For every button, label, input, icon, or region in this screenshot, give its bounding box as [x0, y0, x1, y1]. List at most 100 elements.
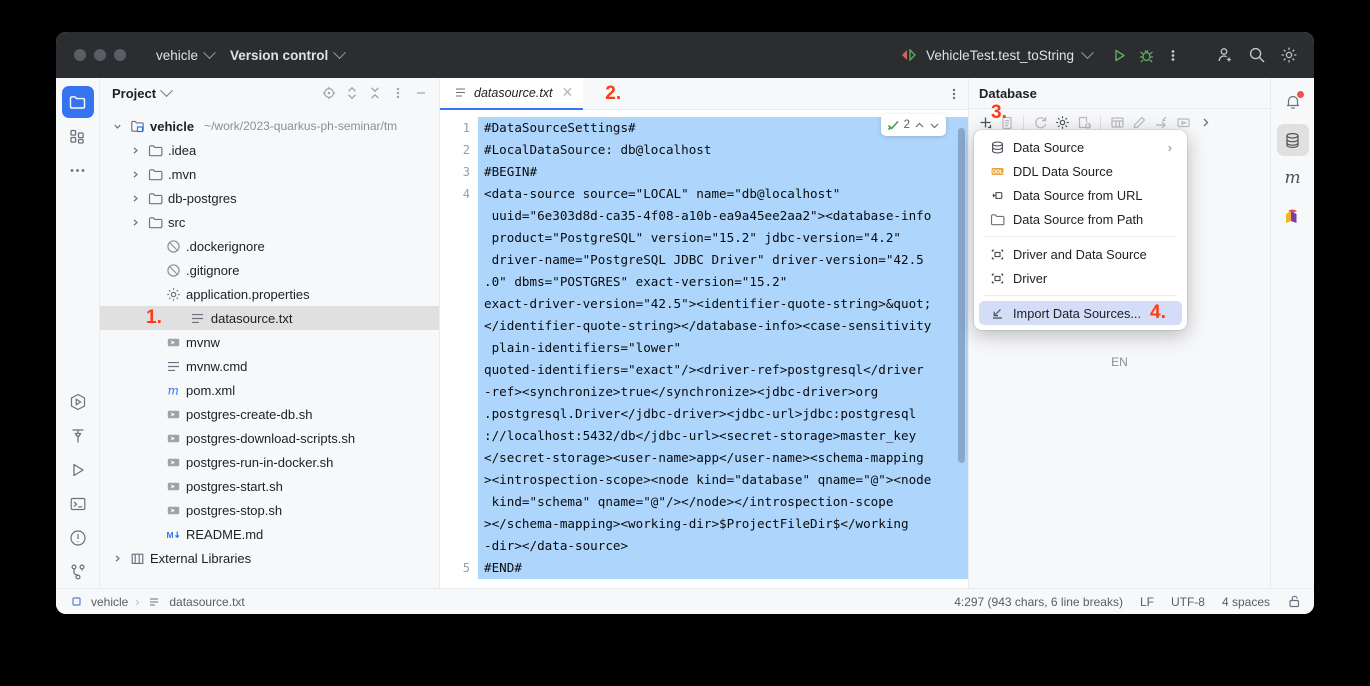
sidebar-item-build[interactable]	[62, 420, 94, 452]
tree-row[interactable]: postgres-create-db.sh	[100, 402, 439, 426]
previous-problem-icon[interactable]	[914, 121, 925, 130]
code-line: ://localhost:5432/db</jdbc-url><secret-s…	[478, 425, 968, 447]
code-line: <data-source source="LOCAL" name="db@loc…	[478, 183, 968, 205]
tree-row[interactable]: External Libraries	[100, 546, 439, 570]
menu-item[interactable]: Data Source ›	[979, 135, 1182, 159]
close-window-button[interactable]	[74, 49, 86, 61]
sidebar-item-structure[interactable]	[62, 120, 94, 152]
tree-row[interactable]: db-postgres	[100, 186, 439, 210]
options-icon[interactable]	[388, 83, 408, 103]
settings-icon[interactable]	[1276, 42, 1302, 68]
chevron-down-icon[interactable]	[110, 122, 124, 131]
chevron-right-icon[interactable]	[128, 170, 142, 179]
menu-item[interactable]: Driver and Data Source	[979, 242, 1182, 266]
chevron-down-icon[interactable]	[160, 83, 173, 97]
version-control-widget[interactable]: Version control	[222, 44, 352, 67]
editor-tab-datasource[interactable]: datasource.txt ✕	[440, 77, 584, 110]
expand-icon[interactable]	[1195, 113, 1215, 133]
sidebar-item-quarkus[interactable]	[1277, 200, 1309, 232]
ide-window: vehicle Version control VehicleTest.test…	[56, 32, 1314, 614]
unlocked-icon[interactable]	[1287, 594, 1302, 609]
sidebar-item-database[interactable]	[1276, 124, 1309, 156]
sidebar-item-git[interactable]	[62, 556, 94, 588]
editor-content[interactable]: 1 2 3 4 5 #DataSourceSettings# #LocalDataSour…	[440, 110, 968, 588]
tree-row[interactable]: postgres-stop.sh	[100, 498, 439, 522]
project-selector[interactable]: vehicle	[148, 44, 222, 67]
menu-item[interactable]: Import Data Sources... 4.	[979, 301, 1182, 325]
run-icon[interactable]	[1106, 42, 1132, 68]
ignore-icon	[165, 238, 181, 254]
chevron-right-icon[interactable]	[128, 218, 142, 227]
sidebar-item-services[interactable]	[62, 386, 94, 418]
sidebar-item-project[interactable]	[61, 86, 94, 118]
search-icon[interactable]	[1244, 42, 1270, 68]
tree-row-label: .gitignore	[186, 262, 240, 278]
sidebar-item-terminal[interactable]	[62, 488, 94, 520]
menu-item[interactable]: Data Source from Path	[979, 207, 1182, 231]
tree-row[interactable]: application.properties	[100, 282, 439, 306]
next-problem-icon[interactable]	[929, 121, 940, 130]
window-controls[interactable]	[68, 49, 126, 61]
tree-row-label: postgres-stop.sh	[186, 502, 283, 518]
code-line: product="PostgreSQL" version="15.2" jdbc…	[478, 227, 968, 249]
tree-row[interactable]: .mvn	[100, 162, 439, 186]
sidebar-item-notifications[interactable]	[1277, 86, 1309, 118]
add-data-source-menu[interactable]: Data Source › DDL DDL Data Source Data Sourc…	[974, 130, 1187, 330]
tree-row[interactable]: 1. datasource.txt	[100, 306, 439, 330]
tree-row-label: External Libraries	[150, 550, 252, 566]
tree-row[interactable]: .dockerignore	[100, 234, 439, 258]
chevron-right-icon[interactable]	[110, 554, 124, 563]
menu-item[interactable]: Data Source from URL	[979, 183, 1182, 207]
sidebar-item-more[interactable]	[62, 154, 94, 186]
expand-collapse-icon[interactable]	[342, 83, 362, 103]
submenu-arrow-icon: ›	[1167, 139, 1172, 155]
run-config-prev-next-icon[interactable]	[900, 49, 917, 61]
close-icon[interactable]: ✕	[562, 84, 574, 101]
tree-row[interactable]: mvnw	[100, 330, 439, 354]
tree-row[interactable]: .idea	[100, 138, 439, 162]
run-configuration-widget[interactable]: VehicleTest.test_toString	[900, 45, 1094, 63]
tree-row[interactable]: mvnw.cmd	[100, 354, 439, 378]
line-separator[interactable]: LF	[1140, 595, 1154, 609]
menu-item-label: Import Data Sources...	[1013, 305, 1142, 321]
menu-item[interactable]: Driver	[979, 266, 1182, 290]
chevron-right-icon[interactable]	[128, 194, 142, 203]
tree-row[interactable]: postgres-download-scripts.sh	[100, 426, 439, 450]
editor-scrollbar[interactable]	[958, 128, 965, 463]
editor-code[interactable]: #DataSourceSettings# #LocalDataSource: db…	[478, 110, 968, 588]
file-encoding[interactable]: UTF-8	[1171, 595, 1205, 609]
editor-tab-options-icon[interactable]	[952, 87, 968, 101]
minimize-window-button[interactable]	[94, 49, 106, 61]
breadcrumb-file[interactable]: datasource.txt	[169, 595, 244, 609]
maximize-window-button[interactable]	[114, 49, 126, 61]
tree-row[interactable]: .gitignore	[100, 258, 439, 282]
shell-script-icon	[165, 430, 181, 446]
chevron-right-icon[interactable]	[128, 146, 142, 155]
locate-icon[interactable]	[319, 83, 339, 103]
sidebar-item-problems[interactable]	[62, 522, 94, 554]
debug-icon[interactable]	[1133, 42, 1159, 68]
inspection-widget[interactable]: 2	[880, 114, 946, 136]
tree-row[interactable]: m pom.xml	[100, 378, 439, 402]
collapse-all-icon[interactable]	[365, 83, 385, 103]
tree-row-label: postgres-run-in-docker.sh	[186, 454, 334, 470]
more-actions-icon[interactable]	[1160, 42, 1186, 68]
tree-row[interactable]: postgres-start.sh	[100, 474, 439, 498]
markdown-icon: M	[165, 526, 181, 542]
add-user-icon[interactable]	[1212, 42, 1238, 68]
tree-row-label: .mvn	[168, 166, 197, 182]
tree-row[interactable]: vehicle ~/work/2023-quarkus-ph-seminar/tm	[100, 114, 439, 138]
tree-row[interactable]: postgres-run-in-docker.sh	[100, 450, 439, 474]
tree-row[interactable]: M README.md	[100, 522, 439, 546]
caret-position[interactable]: 4:297 (943 chars, 6 line breaks)	[954, 595, 1123, 609]
tree-row[interactable]: src	[100, 210, 439, 234]
project-tree[interactable]: vehicle ~/work/2023-quarkus-ph-seminar/tm…	[100, 108, 439, 588]
hide-icon[interactable]	[411, 83, 431, 103]
database-panel-header: Database	[969, 78, 1270, 108]
gutter-line-number: 1	[462, 121, 470, 135]
breadcrumb-project[interactable]: vehicle	[91, 595, 128, 609]
menu-item[interactable]: DDL DDL Data Source	[979, 159, 1182, 183]
sidebar-item-run[interactable]	[62, 454, 94, 486]
sidebar-item-maven[interactable]: m	[1277, 162, 1309, 194]
indent-setting[interactable]: 4 spaces	[1222, 595, 1270, 609]
